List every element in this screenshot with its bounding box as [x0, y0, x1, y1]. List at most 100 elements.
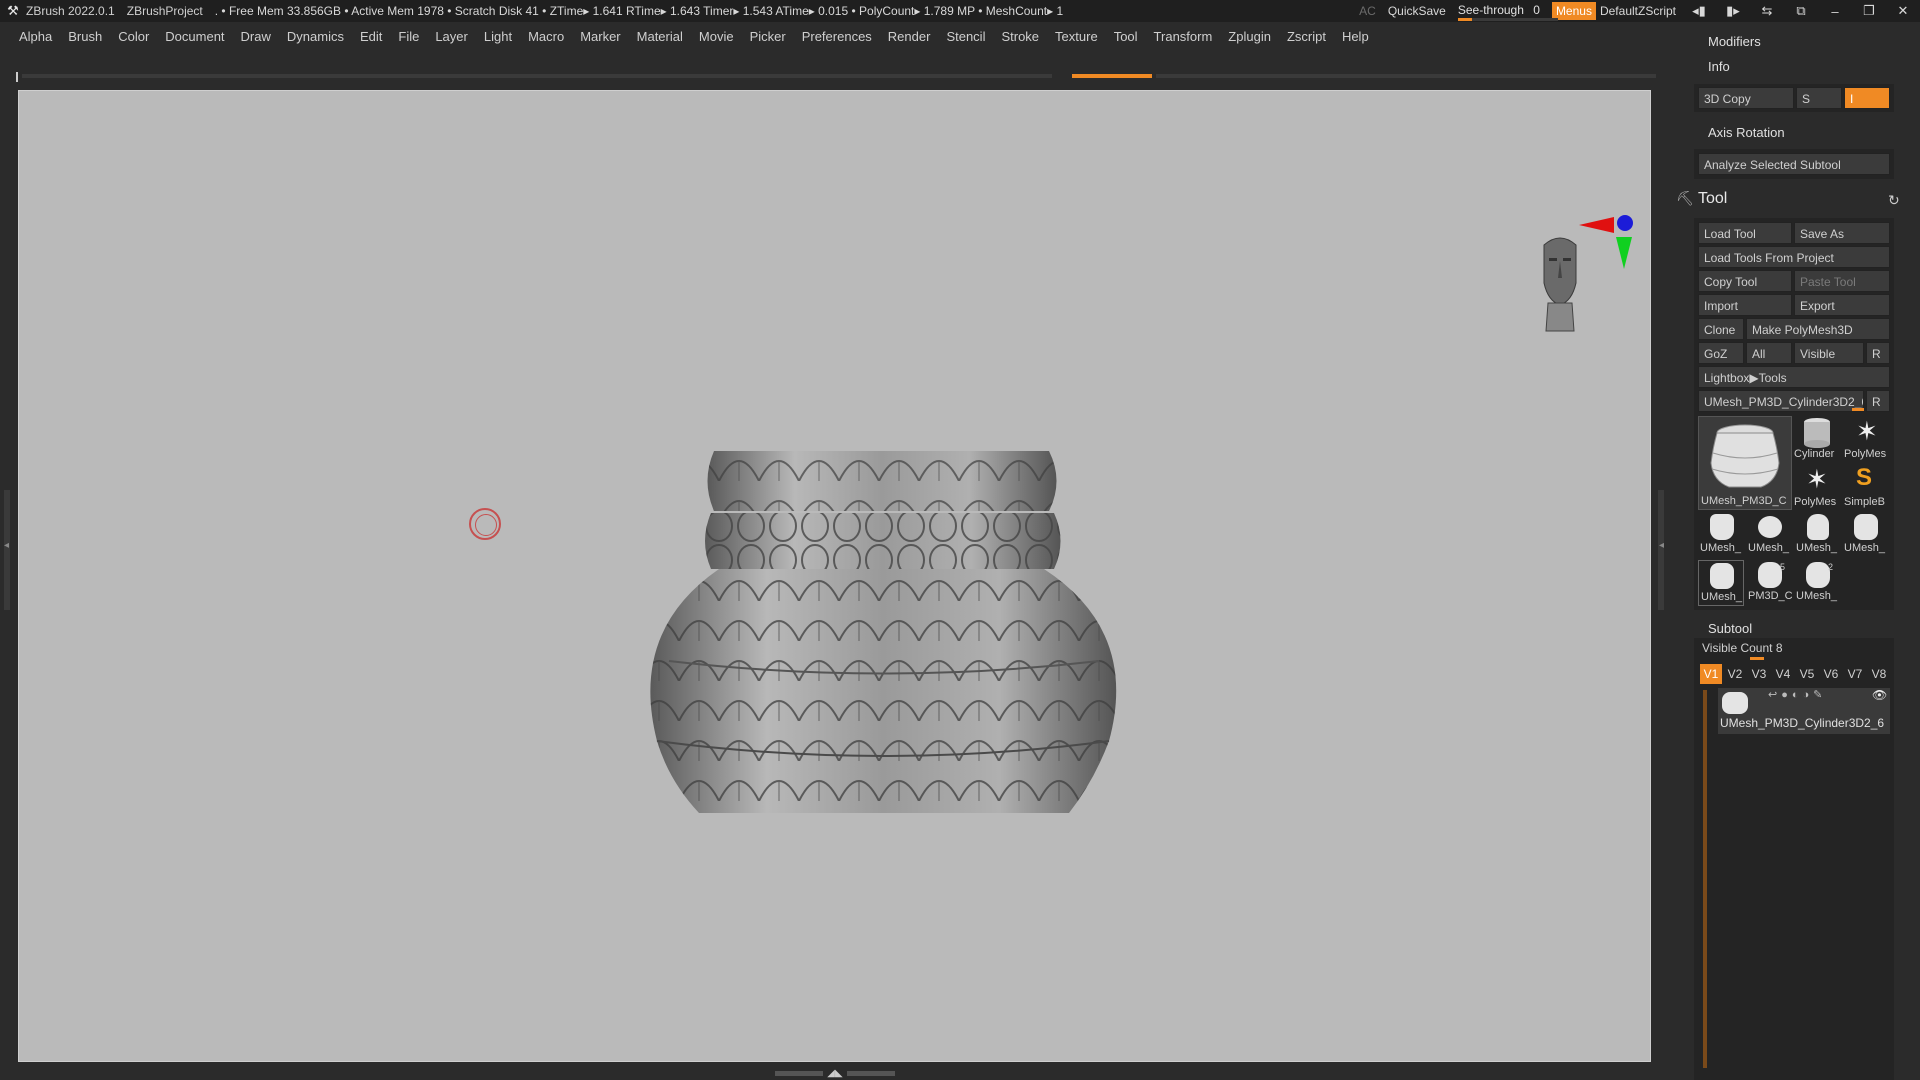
- menu-picker[interactable]: Picker: [750, 29, 786, 44]
- bottom-tray-arrow-icon[interactable]: ◢◣: [827, 1068, 842, 1079]
- clone-button[interactable]: Clone: [1698, 318, 1744, 340]
- tool-thumb-umesh-3[interactable]: UMesh_: [1794, 512, 1840, 558]
- head-icon: [1543, 237, 1577, 332]
- menu-marker[interactable]: Marker: [580, 29, 620, 44]
- version-v8-button[interactable]: V8: [1868, 664, 1890, 684]
- quicksave-button[interactable]: QuickSave: [1388, 4, 1446, 18]
- menu-material[interactable]: Material: [637, 29, 683, 44]
- import-button[interactable]: Import: [1698, 294, 1792, 316]
- tool-thumb-cylinder[interactable]: Cylinder: [1794, 416, 1840, 462]
- goz-all-button[interactable]: All: [1746, 342, 1792, 364]
- version-v4-button[interactable]: V4: [1772, 664, 1794, 684]
- axis-rotation-header[interactable]: Axis Rotation: [1708, 125, 1785, 140]
- subtool-header[interactable]: Subtool: [1708, 621, 1752, 636]
- menu-color[interactable]: Color: [118, 29, 149, 44]
- 3d-copy-button[interactable]: 3D Copy: [1698, 87, 1794, 109]
- tool-thumb-umesh-1[interactable]: UMesh_: [1698, 512, 1744, 558]
- version-v3-button[interactable]: V3: [1748, 664, 1770, 684]
- menu-movie[interactable]: Movie: [699, 29, 734, 44]
- export-button[interactable]: Export: [1794, 294, 1890, 316]
- menu-file[interactable]: File: [398, 29, 419, 44]
- ac-button[interactable]: AC: [1359, 4, 1376, 18]
- see-through-slider[interactable]: See-through 0: [1457, 3, 1558, 21]
- subtool-icons: ↩●◐◑✎: [1768, 689, 1827, 701]
- subtool-visibility-eye-icon[interactable]: 👁: [1872, 688, 1887, 702]
- tool-thumb-polymesh2[interactable]: ✶ PolyMes: [1794, 464, 1840, 510]
- scroll-right-icon[interactable]: ▮▸: [1722, 3, 1744, 19]
- current-tool-slider-fill: [1852, 408, 1864, 411]
- tool-thumb-umesh-6[interactable]: 5 PM3D_C: [1746, 560, 1792, 606]
- menu-stencil[interactable]: Stencil: [946, 29, 985, 44]
- 3d-copy-i-button[interactable]: I: [1844, 87, 1890, 109]
- menu-preferences[interactable]: Preferences: [802, 29, 872, 44]
- scroll-left-icon[interactable]: ◂▮: [1688, 3, 1710, 19]
- right-tray-arrow-icon[interactable]: ◂: [1659, 540, 1664, 551]
- analyze-subtool-button[interactable]: Analyze Selected Subtool: [1698, 153, 1890, 175]
- visible-count-slider[interactable]: Visible Count 8: [1702, 641, 1783, 655]
- minimize-icon[interactable]: ‒: [1824, 4, 1846, 19]
- menu-document[interactable]: Document: [165, 29, 224, 44]
- tool-thumb-polymesh1[interactable]: ✶ PolyMes: [1842, 416, 1890, 462]
- menu-zplugin[interactable]: Zplugin: [1228, 29, 1271, 44]
- version-v7-button[interactable]: V7: [1844, 664, 1866, 684]
- paste-tool-button[interactable]: Paste Tool: [1794, 270, 1890, 292]
- vase-thumb-icon: [1806, 562, 1830, 588]
- info-header[interactable]: Info: [1708, 59, 1730, 74]
- tool-thumb-main[interactable]: UMesh_PM3D_C: [1698, 416, 1792, 510]
- load-tools-from-project-button[interactable]: Load Tools From Project: [1698, 246, 1890, 268]
- modifiers-header[interactable]: Modifiers: [1708, 34, 1761, 49]
- bottom-tray-handle[interactable]: ◢◣: [770, 1068, 900, 1079]
- layout-swap-icon[interactable]: ⇆: [1756, 3, 1778, 19]
- menu-render[interactable]: Render: [888, 29, 931, 44]
- menu-brush[interactable]: Brush: [68, 29, 102, 44]
- menu-texture[interactable]: Texture: [1055, 29, 1098, 44]
- close-icon[interactable]: ✕: [1892, 3, 1914, 19]
- copy-tool-button[interactable]: Copy Tool: [1698, 270, 1792, 292]
- menu-transform[interactable]: Transform: [1154, 29, 1213, 44]
- menus-button[interactable]: Menus: [1551, 2, 1596, 20]
- tool-thumb-umesh-5[interactable]: UMesh_: [1698, 560, 1744, 606]
- subtool-item[interactable]: ↩●◐◑✎ 👁 UMesh_PM3D_Cylinder3D2_6: [1718, 688, 1890, 734]
- current-tool-slider[interactable]: UMesh_PM3D_Cylinder3D2_6: [1698, 390, 1864, 412]
- goz-visible-button[interactable]: Visible: [1794, 342, 1864, 364]
- menu-light[interactable]: Light: [484, 29, 512, 44]
- menu-dynamics[interactable]: Dynamics: [287, 29, 344, 44]
- menu-zscript[interactable]: Zscript: [1287, 29, 1326, 44]
- tool-thumb-umesh-4[interactable]: UMesh_: [1842, 512, 1890, 558]
- tool-thumb-umesh-2[interactable]: UMesh_: [1746, 512, 1792, 558]
- menu-alpha[interactable]: Alpha: [19, 29, 52, 44]
- restore-icon[interactable]: ❐: [1858, 3, 1880, 19]
- version-v6-button[interactable]: V6: [1820, 664, 1842, 684]
- navigation-gizmo[interactable]: [1524, 203, 1644, 343]
- tool-thumb-simplebrush[interactable]: S SimpleB: [1842, 464, 1890, 510]
- menu-draw[interactable]: Draw: [241, 29, 271, 44]
- menu-edit[interactable]: Edit: [360, 29, 382, 44]
- tool-reset-icon[interactable]: ↻: [1888, 192, 1900, 209]
- menu-help[interactable]: Help: [1342, 29, 1369, 44]
- current-tool-r-button[interactable]: R: [1866, 390, 1890, 412]
- tool-title[interactable]: Tool: [1698, 190, 1727, 208]
- shelf-active-segment[interactable]: [1072, 74, 1152, 78]
- lightbox-tools-button[interactable]: Lightbox▶Tools: [1698, 366, 1890, 388]
- goz-r-button[interactable]: R: [1866, 342, 1890, 364]
- tool-thumb-umesh-7[interactable]: 2 UMesh_: [1794, 560, 1840, 606]
- version-v1-button[interactable]: V1: [1700, 664, 1722, 684]
- menu-macro[interactable]: Macro: [528, 29, 564, 44]
- save-as-button[interactable]: Save As: [1794, 222, 1890, 244]
- menu-layer[interactable]: Layer: [435, 29, 468, 44]
- make-polymesh3d-button[interactable]: Make PolyMesh3D: [1746, 318, 1890, 340]
- 3d-copy-s-button[interactable]: S: [1796, 87, 1842, 109]
- version-v2-button[interactable]: V2: [1724, 664, 1746, 684]
- goz-button[interactable]: GoZ: [1698, 342, 1744, 364]
- vase-thumb-icon: [1807, 514, 1829, 540]
- left-tray-arrow-icon[interactable]: ◂: [4, 540, 9, 551]
- menu-stroke[interactable]: Stroke: [1001, 29, 1039, 44]
- top-shelf[interactable]: [14, 72, 1656, 82]
- version-v5-button[interactable]: V5: [1796, 664, 1818, 684]
- subtool-scrollbar[interactable]: [1703, 690, 1707, 1068]
- menu-tool[interactable]: Tool: [1114, 29, 1138, 44]
- default-zscript-button[interactable]: DefaultZScript: [1600, 4, 1676, 18]
- layout-icon[interactable]: ⧉: [1790, 3, 1812, 19]
- load-tool-button[interactable]: Load Tool: [1698, 222, 1792, 244]
- document-canvas[interactable]: [18, 90, 1651, 1062]
